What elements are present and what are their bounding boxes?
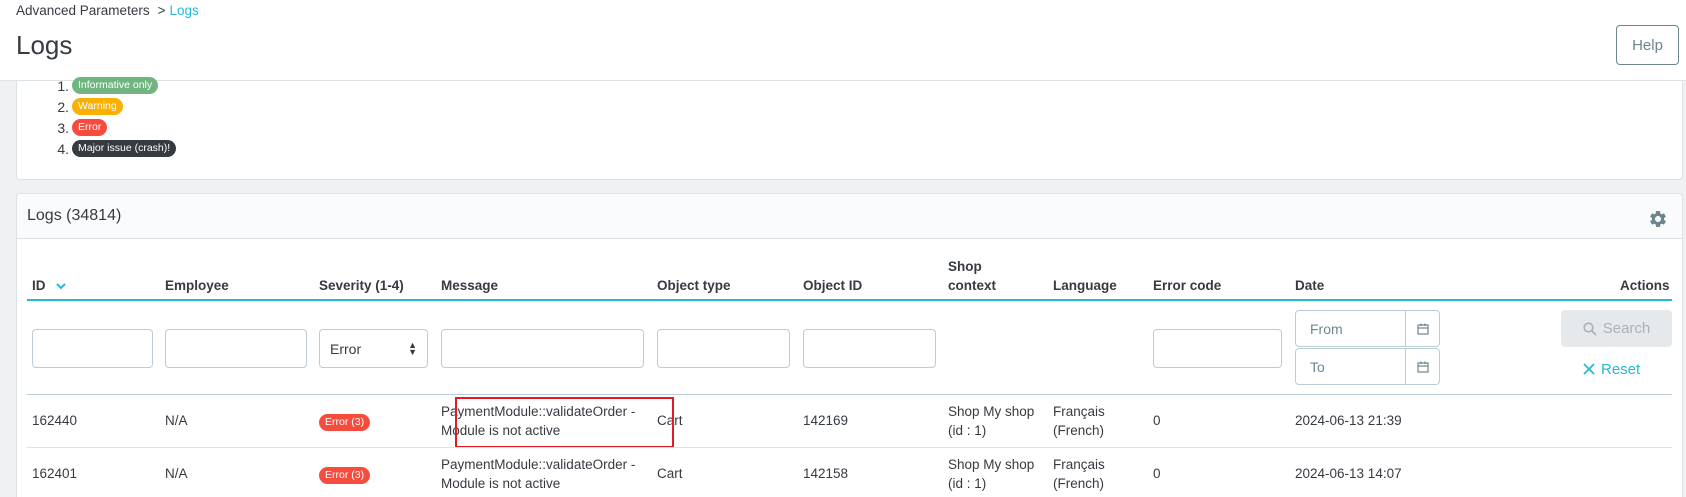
column-header-language[interactable]: Language: [1053, 276, 1117, 295]
cell-employee: N/A: [165, 466, 188, 481]
severity-badge-error: Error: [72, 119, 108, 136]
search-button[interactable]: Search: [1561, 310, 1672, 347]
cell-object-id: 142169: [803, 413, 849, 428]
cell-language: Français (French): [1053, 457, 1105, 491]
severity-item: 3. Error: [53, 117, 176, 138]
severity-item: 1. Informative only: [53, 75, 176, 96]
cell-message: PaymentModule::validateOrder - Module is…: [441, 457, 636, 491]
breadcrumb-current[interactable]: Logs: [169, 3, 198, 18]
severity-badge-informative: Informative only: [72, 77, 159, 94]
close-icon: [1583, 363, 1595, 375]
cell-shop-context: Shop My shop (id : 1): [948, 404, 1035, 438]
page-title: Logs: [16, 30, 73, 60]
highlight-box: [455, 397, 674, 448]
cell-employee: N/A: [165, 413, 188, 428]
chevron-down-icon[interactable]: [55, 281, 67, 291]
filter-employee-input[interactable]: [165, 329, 307, 368]
cell-date: 2024-06-13 21:39: [1295, 413, 1402, 428]
page-header: Advanced Parameters > Logs Logs Help: [0, 0, 1686, 81]
cell-date: 2024-06-13 14:07: [1295, 466, 1402, 481]
column-header-severity[interactable]: Severity (1-4): [319, 276, 404, 295]
severity-badge-major: Major issue (crash)!: [72, 140, 177, 157]
severity-list: 1. Informative only 2. Warning 3. Error 4. M…: [53, 75, 177, 159]
cell-error-code: 0: [1153, 413, 1161, 428]
date-to-placeholder: To: [1310, 358, 1325, 375]
cell-language: Français (French): [1053, 404, 1105, 438]
filter-severity-value: Error: [330, 340, 362, 357]
cell-error-code: 0: [1153, 466, 1161, 481]
logs-card: Logs (34814) ID Employee Severity (1-4) …: [16, 193, 1683, 497]
severity-item: 2. Warning: [53, 96, 176, 117]
filter-error-code-input[interactable]: [1153, 329, 1282, 368]
filter-date-from[interactable]: From: [1295, 310, 1440, 347]
header-divider: [27, 299, 1672, 301]
row-divider: [27, 394, 1672, 395]
filter-object-id-input[interactable]: [803, 329, 936, 368]
severity-badge: Error (3): [319, 467, 371, 484]
severity-badge: Error (3): [319, 414, 371, 431]
breadcrumb: Advanced Parameters > Logs: [16, 3, 199, 18]
help-button[interactable]: Help: [1616, 25, 1679, 65]
gear-icon[interactable]: [1648, 209, 1668, 229]
search-icon: [1583, 321, 1597, 336]
logs-card-header: Logs (34814): [17, 194, 1682, 239]
filter-date-to[interactable]: To: [1295, 348, 1440, 385]
cell-shop-context: Shop My shop (id : 1): [948, 457, 1035, 491]
reset-button[interactable]: Reset: [1583, 357, 1640, 381]
filter-object-type-input[interactable]: [657, 329, 790, 368]
column-header-shop-context[interactable]: Shop context: [948, 257, 1008, 295]
calendar-icon[interactable]: [1405, 311, 1439, 346]
cell-id: 162440: [32, 413, 78, 428]
date-from-placeholder: From: [1310, 320, 1343, 337]
column-header-id[interactable]: ID: [32, 276, 67, 295]
column-header-date[interactable]: Date: [1295, 276, 1324, 295]
logs-title: Logs (34814): [27, 207, 122, 224]
cell-object-type: Cart: [657, 466, 683, 481]
row-divider: [27, 447, 1672, 448]
calendar-icon[interactable]: [1405, 349, 1439, 384]
column-header-error-code[interactable]: Error code: [1153, 276, 1221, 295]
filter-severity-select[interactable]: Error ▲ ▼: [319, 329, 428, 368]
breadcrumb-separator: >: [157, 3, 166, 18]
cell-id: 162401: [32, 466, 78, 481]
filter-id-input[interactable]: [32, 329, 153, 368]
column-header-employee[interactable]: Employee: [165, 276, 229, 295]
column-header-object-type[interactable]: Object type: [657, 276, 731, 295]
breadcrumb-parent[interactable]: Advanced Parameters: [16, 3, 150, 18]
column-header-message[interactable]: Message: [441, 276, 498, 295]
search-button-label: Search: [1602, 320, 1651, 337]
severity-badge-warning: Warning: [72, 98, 123, 115]
cell-object-id: 142158: [803, 466, 849, 481]
filter-message-input[interactable]: [441, 329, 644, 368]
reset-button-label: Reset: [1601, 360, 1641, 378]
column-header-actions: Actions: [1620, 278, 1670, 293]
column-header-object-id[interactable]: Object ID: [803, 276, 862, 295]
severity-legend-card: 1. Informative only 2. Warning 3. Error 4. M…: [16, 77, 1683, 180]
severity-item: 4. Major issue (crash)!: [53, 138, 177, 159]
select-arrows-icon: ▲ ▼: [408, 339, 417, 357]
